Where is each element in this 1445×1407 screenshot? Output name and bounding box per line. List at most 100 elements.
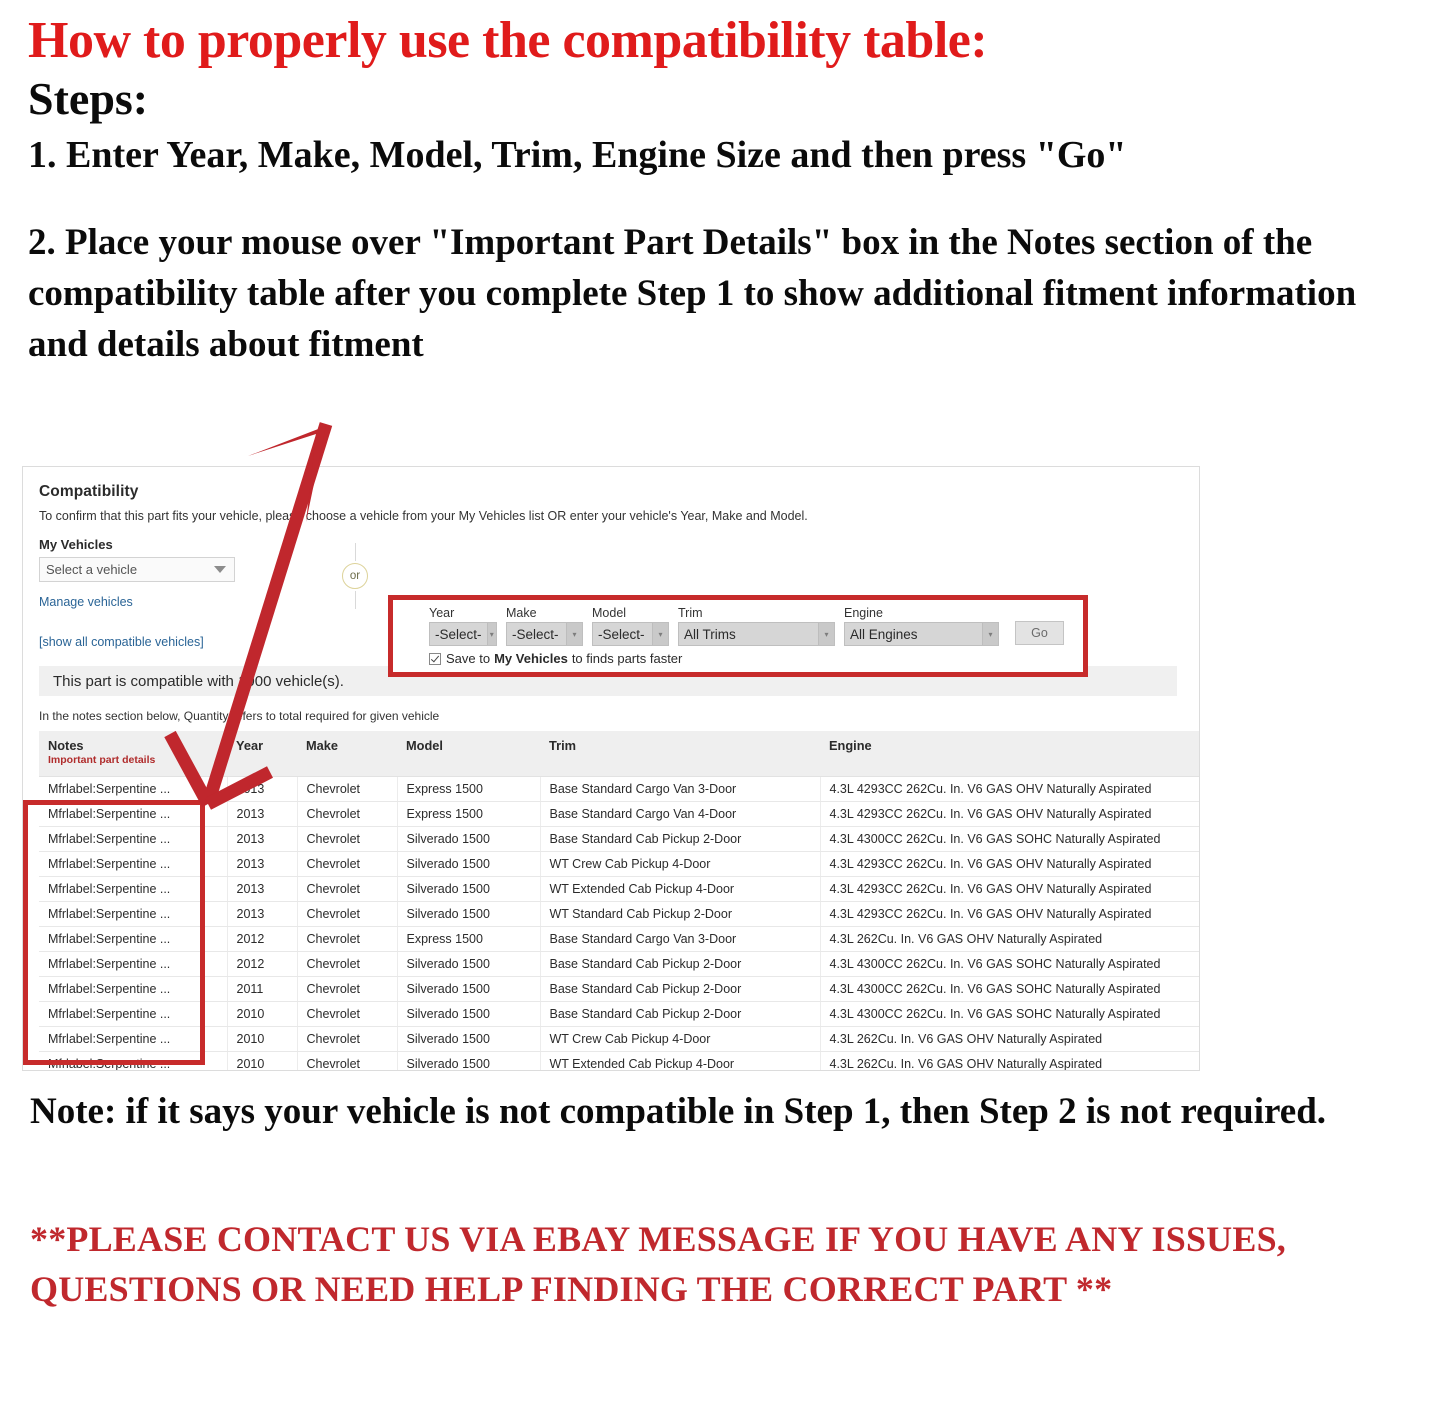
cell-trim: Base Standard Cab Pickup 2-Door bbox=[540, 826, 821, 852]
table-row[interactable]: Mfrlabel:Serpentine ... 2012 Chevrolet Expr… bbox=[39, 926, 1199, 952]
table-row[interactable]: Mfrlabel:Serpentine ... 2010 Chevrolet Silv… bbox=[39, 1051, 1199, 1070]
cell-year: 2010 bbox=[227, 1051, 298, 1070]
vehicle-select-dropdown[interactable]: Select a vehicle bbox=[39, 557, 235, 582]
cell-make: Chevrolet bbox=[297, 976, 398, 1002]
year-select[interactable]: -Select- ▾ bbox=[429, 622, 497, 646]
cell-model: Silverado 1500 bbox=[397, 1051, 541, 1070]
save-to-my-vehicles-row[interactable]: Save to My Vehicles to finds parts faste… bbox=[393, 646, 1083, 666]
cell-notes[interactable]: Mfrlabel:Serpentine ... bbox=[39, 851, 228, 877]
table-row[interactable]: Mfrlabel:Serpentine ... 2013 Chevrolet Expr… bbox=[39, 801, 1199, 827]
save-prefix-text: Save to bbox=[446, 651, 491, 666]
cell-engine: 4.3L 4300CC 262Cu. In. V6 GAS SOHC Natur… bbox=[820, 976, 1199, 1002]
cell-notes[interactable]: Mfrlabel:Serpentine ... bbox=[39, 951, 228, 977]
col-header-year[interactable]: Year bbox=[227, 731, 297, 777]
cell-trim: WT Standard Cab Pickup 2-Door bbox=[540, 901, 821, 927]
table-row[interactable]: Mfrlabel:Serpentine ... 2010 Chevrolet Silv… bbox=[39, 1026, 1199, 1052]
cell-engine: 4.3L 4293CC 262Cu. In. V6 GAS OHV Natura… bbox=[820, 801, 1199, 827]
col-header-model[interactable]: Model bbox=[397, 731, 540, 777]
cell-trim: WT Extended Cab Pickup 4-Door bbox=[540, 876, 821, 902]
engine-field: Engine All Engines ▾ bbox=[844, 606, 999, 646]
cell-trim: WT Extended Cab Pickup 4-Door bbox=[540, 1051, 821, 1070]
year-label: Year bbox=[429, 606, 455, 620]
compatibility-subtitle: To confirm that this part fits your vehi… bbox=[39, 509, 808, 523]
important-part-details-label[interactable]: Important part details bbox=[48, 754, 218, 766]
cell-trim: Base Standard Cargo Van 4-Door bbox=[540, 801, 821, 827]
engine-label: Engine bbox=[844, 606, 883, 620]
make-label: Make bbox=[506, 606, 537, 620]
col-header-engine[interactable]: Engine bbox=[820, 731, 1199, 777]
cell-engine: 4.3L 4293CC 262Cu. In. V6 GAS OHV Natura… bbox=[820, 776, 1199, 802]
table-row[interactable]: Mfrlabel:Serpentine ... 2012 Chevrolet Silv… bbox=[39, 951, 1199, 977]
step-one-text: 1. Enter Year, Make, Model, Trim, Engine… bbox=[28, 133, 1127, 176]
table-row[interactable]: Mfrlabel:Serpentine ... 2013 Chevrolet Silv… bbox=[39, 876, 1199, 902]
cell-notes[interactable]: Mfrlabel:Serpentine ... bbox=[39, 901, 228, 927]
cell-year: 2012 bbox=[227, 951, 298, 977]
fitment-table: Notes Important part details Year Make M… bbox=[39, 731, 1199, 1070]
cell-notes[interactable]: Mfrlabel:Serpentine ... bbox=[39, 1051, 228, 1070]
step1-highlight-box: Year -Select- ▾ Make -Select- ▾ Model -S… bbox=[388, 595, 1088, 677]
cell-notes[interactable]: Mfrlabel:Serpentine ... bbox=[39, 926, 228, 952]
cell-trim: Base Standard Cargo Van 3-Door bbox=[540, 926, 821, 952]
cell-engine: 4.3L 4293CC 262Cu. In. V6 GAS OHV Natura… bbox=[820, 876, 1199, 902]
trim-label: Trim bbox=[678, 606, 703, 620]
engine-select[interactable]: All Engines ▾ bbox=[844, 622, 999, 646]
table-row[interactable]: Mfrlabel:Serpentine ... 2013 Chevrolet Expr… bbox=[39, 776, 1199, 802]
cell-engine: 4.3L 262Cu. In. V6 GAS OHV Naturally Asp… bbox=[820, 1051, 1199, 1070]
cell-year: 2013 bbox=[227, 851, 298, 877]
cell-engine: 4.3L 262Cu. In. V6 GAS OHV Naturally Asp… bbox=[820, 926, 1199, 952]
cell-notes[interactable]: Mfrlabel:Serpentine ... bbox=[39, 876, 228, 902]
cell-make: Chevrolet bbox=[297, 851, 398, 877]
fitment-table-head: Notes Important part details Year Make M… bbox=[39, 731, 1199, 777]
fitment-table-body: Mfrlabel:Serpentine ... 2013 Chevrolet Expr… bbox=[39, 776, 1199, 1070]
table-row[interactable]: Mfrlabel:Serpentine ... 2013 Chevrolet Silv… bbox=[39, 901, 1199, 927]
col-header-notes[interactable]: Notes Important part details bbox=[39, 731, 227, 777]
cell-trim: Base Standard Cab Pickup 2-Door bbox=[540, 1001, 821, 1027]
cell-notes[interactable]: Mfrlabel:Serpentine ... bbox=[39, 801, 228, 827]
cell-notes[interactable]: Mfrlabel:Serpentine ... bbox=[39, 1026, 228, 1052]
trim-select[interactable]: All Trims ▾ bbox=[678, 622, 835, 646]
cell-model: Express 1500 bbox=[397, 776, 541, 802]
cell-notes[interactable]: Mfrlabel:Serpentine ... bbox=[39, 1001, 228, 1027]
or-line-top bbox=[354, 543, 356, 561]
or-badge: or bbox=[342, 563, 368, 589]
cell-model: Silverado 1500 bbox=[397, 976, 541, 1002]
manage-vehicles-link[interactable]: Manage vehicles bbox=[39, 595, 299, 609]
footer-note: Note: if it says your vehicle is not com… bbox=[30, 1091, 1327, 1132]
model-label: Model bbox=[592, 606, 627, 620]
cell-notes[interactable]: Mfrlabel:Serpentine ... bbox=[39, 826, 228, 852]
go-button[interactable]: Go bbox=[1015, 621, 1064, 645]
table-row[interactable]: Mfrlabel:Serpentine ... 2013 Chevrolet Silv… bbox=[39, 851, 1199, 877]
engine-value: All Engines bbox=[850, 626, 918, 642]
year-field: Year -Select- ▾ bbox=[429, 606, 497, 646]
cell-make: Chevrolet bbox=[297, 876, 398, 902]
cell-year: 2013 bbox=[227, 776, 298, 802]
save-checkbox[interactable] bbox=[429, 652, 441, 665]
make-select[interactable]: -Select- ▾ bbox=[506, 622, 583, 646]
cell-make: Chevrolet bbox=[297, 826, 398, 852]
compatibility-panel: Compatibility To confirm that this part … bbox=[22, 466, 1200, 1071]
table-row[interactable]: Mfrlabel:Serpentine ... 2010 Chevrolet Silv… bbox=[39, 1001, 1199, 1027]
chevron-down-icon: ▾ bbox=[566, 623, 582, 645]
make-value: -Select- bbox=[512, 626, 559, 642]
model-field: Model -Select- ▾ bbox=[592, 606, 669, 646]
vehicle-select-value: Select a vehicle bbox=[46, 562, 138, 577]
cell-engine: 4.3L 4293CC 262Cu. In. V6 GAS OHV Natura… bbox=[820, 901, 1199, 927]
table-row[interactable]: Mfrlabel:Serpentine ... 2011 Chevrolet Silv… bbox=[39, 976, 1199, 1002]
cell-model: Silverado 1500 bbox=[397, 826, 541, 852]
cell-engine: 4.3L 4293CC 262Cu. In. V6 GAS OHV Natura… bbox=[820, 851, 1199, 877]
cell-trim: WT Crew Cab Pickup 4-Door bbox=[540, 851, 821, 877]
chevron-down-icon bbox=[214, 566, 226, 573]
model-select[interactable]: -Select- ▾ bbox=[592, 622, 669, 646]
cell-notes[interactable]: Mfrlabel:Serpentine ... bbox=[39, 776, 228, 802]
cell-engine: 4.3L 4300CC 262Cu. In. V6 GAS SOHC Natur… bbox=[820, 951, 1199, 977]
cell-model: Silverado 1500 bbox=[397, 876, 541, 902]
col-header-trim[interactable]: Trim bbox=[540, 731, 820, 777]
cell-notes[interactable]: Mfrlabel:Serpentine ... bbox=[39, 976, 228, 1002]
trim-value: All Trims bbox=[684, 626, 736, 642]
cell-make: Chevrolet bbox=[297, 901, 398, 927]
col-header-make[interactable]: Make bbox=[297, 731, 397, 777]
table-row[interactable]: Mfrlabel:Serpentine ... 2013 Chevrolet Silv… bbox=[39, 826, 1199, 852]
cell-model: Silverado 1500 bbox=[397, 1001, 541, 1027]
cell-make: Chevrolet bbox=[297, 801, 398, 827]
vehicle-entry-row: My Vehicles Select a vehicle Manage vehi… bbox=[39, 537, 1183, 677]
